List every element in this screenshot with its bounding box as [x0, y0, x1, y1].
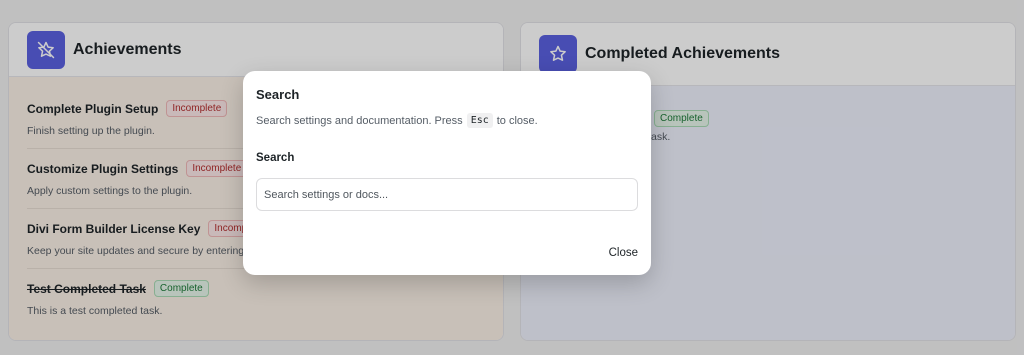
search-input[interactable] [256, 178, 638, 211]
modal-description-suffix: to close. [496, 114, 538, 127]
modal-description-text: Search settings and documentation. Press [256, 114, 463, 127]
search-field-label: Search [256, 152, 295, 164]
modal-description: Search settings and documentation. Press… [256, 113, 638, 128]
search-modal: Search Search settings and documentation… [243, 71, 651, 275]
modal-title: Search [256, 87, 300, 102]
esc-key-hint: Esc [466, 113, 493, 128]
close-button[interactable]: Close [609, 247, 638, 259]
